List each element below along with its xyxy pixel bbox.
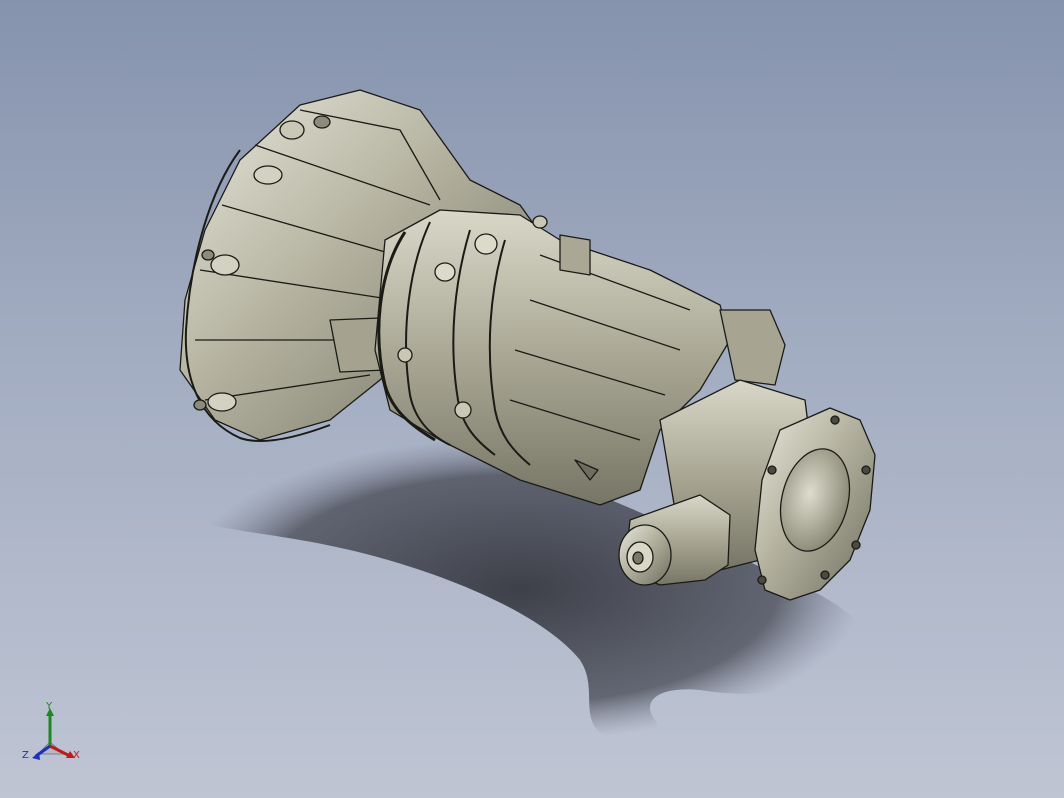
transmission-model[interactable] bbox=[0, 0, 1064, 798]
orientation-triad: Y X Z bbox=[20, 700, 90, 770]
z-axis-head bbox=[32, 752, 40, 760]
sensor-housing bbox=[618, 494, 731, 586]
3d-viewport[interactable]: Y X Z bbox=[0, 0, 1064, 798]
triad-x-label: X bbox=[73, 750, 80, 761]
triad-y-label: Y bbox=[46, 701, 53, 712]
triad-z-label: Z bbox=[22, 750, 29, 761]
